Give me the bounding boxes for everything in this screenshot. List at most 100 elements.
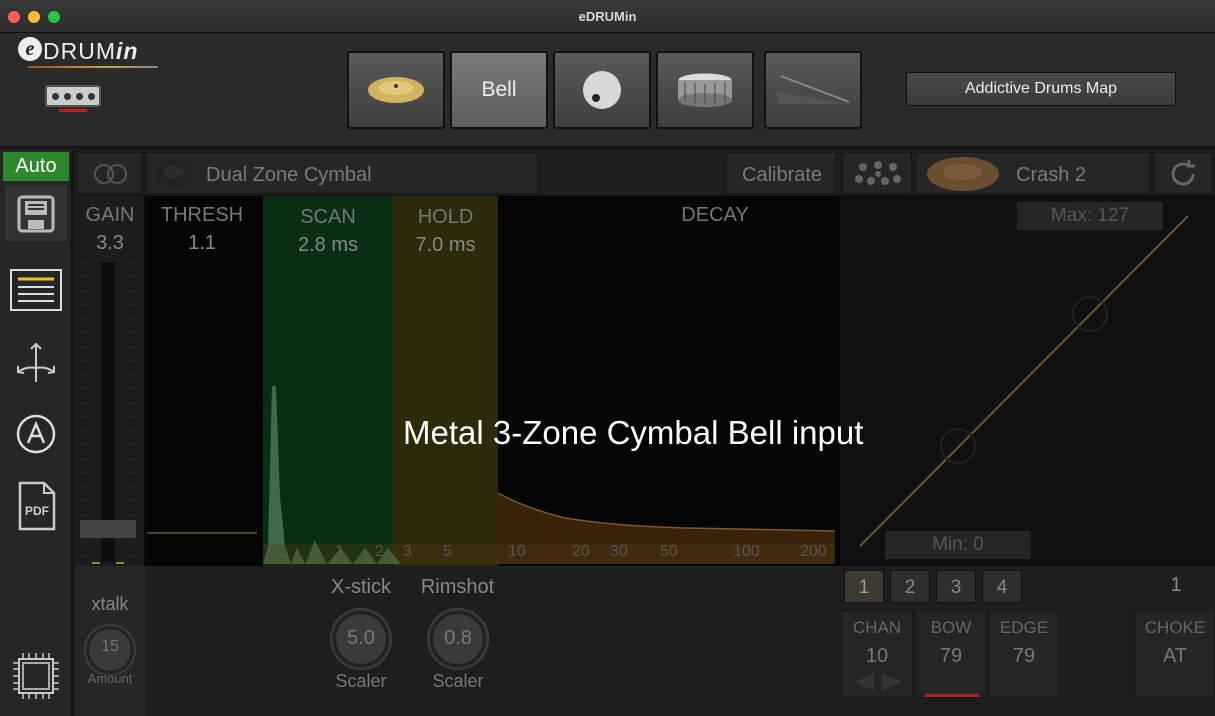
zone-tab-1[interactable]: 1	[844, 570, 884, 603]
chan-arrows-icon[interactable]	[848, 671, 908, 693]
hold-label: HOLD	[417, 206, 474, 228]
bow-active-indicator	[925, 694, 979, 697]
drum-map-button[interactable]: Addictive Drums Map	[906, 72, 1176, 106]
xtalk-knob[interactable]: 15	[84, 624, 136, 676]
axis-tick-label: 10	[508, 543, 526, 560]
bell-label: Bell	[481, 78, 517, 101]
bell-pad-button[interactable]: Bell	[450, 51, 548, 129]
gain-scale-left	[83, 262, 87, 562]
gain-panel: GAIN 3.3	[75, 196, 145, 566]
pad-type-selector[interactable]: Dual Zone Cymbal	[145, 152, 538, 194]
xtalk-panel: xtalk 15 Amount	[75, 566, 145, 716]
edge-value: 79	[1012, 645, 1036, 667]
thresh-value[interactable]: 1.1	[147, 232, 257, 255]
save-icon[interactable]	[5, 186, 67, 241]
rimshot-label: Rimshot	[420, 576, 495, 598]
cymbal-pad-icon	[154, 160, 194, 188]
decay-label: DECAY	[681, 204, 749, 226]
pad-type-label: Dual Zone Cymbal	[206, 164, 372, 186]
drum-kit-button[interactable]	[842, 152, 912, 194]
xtalk-value: 15	[101, 638, 119, 655]
xtalk-label: xtalk	[91, 594, 129, 614]
link-rings-icon	[94, 164, 127, 184]
axis-tick-label: 5	[443, 543, 452, 560]
curve-min-label[interactable]: Min: 0	[885, 531, 1031, 559]
cymbal-icon	[368, 77, 424, 103]
routing-arrows-icon[interactable]	[10, 336, 62, 388]
axis-tick-label: 50	[660, 543, 678, 560]
connector-status-bar	[59, 109, 87, 112]
bow-value: 79	[939, 645, 963, 667]
bottom-panel: xtalk 15 Amount X-stick 5.0 Scaler Rimsh…	[75, 566, 1215, 716]
link-zones-button[interactable]	[77, 152, 143, 194]
axis-tick-label: 30	[610, 543, 628, 560]
logo-drum: DRUM	[43, 38, 116, 64]
title-bar: eDRUMin	[0, 0, 1215, 33]
svg-text:PDF: PDF	[25, 504, 49, 518]
bow-note-control[interactable]: BOW 79	[916, 610, 986, 698]
calibrate-button[interactable]: Calibrate	[726, 152, 836, 194]
snare-drum-icon	[677, 72, 733, 107]
axis-tick-label: 0	[267, 543, 276, 560]
snare-pad-button[interactable]	[656, 51, 754, 129]
edge-note-control[interactable]: EDGE 79	[989, 610, 1059, 698]
xstick-value: 5.0	[347, 627, 375, 649]
left-sidebar: Auto PDF	[0, 150, 73, 716]
overlay-caption: Metal 3-Zone Cymbal Bell input	[403, 414, 864, 451]
logo-in: in	[116, 38, 139, 64]
logo-e: e	[18, 37, 42, 61]
choke-control[interactable]: CHOKE AT	[1135, 610, 1215, 698]
cymbal-pad-button[interactable]	[347, 51, 445, 129]
logo-text: DRUMin	[43, 38, 138, 65]
gain-meter	[101, 262, 115, 562]
round-pad-icon	[583, 71, 621, 109]
velocity-curve-plot	[859, 215, 1189, 547]
reset-button[interactable]	[1153, 152, 1213, 194]
zone-tab-2[interactable]: 2	[890, 570, 930, 603]
velocity-curve-panel[interactable]: Max: 127 Min: 0	[840, 196, 1215, 566]
instrument-selector[interactable]: Crash 2	[915, 152, 1151, 194]
axis-tick-label: 3	[403, 543, 412, 560]
header: e DRUMin Bell Addictive Drums Map	[0, 33, 1215, 148]
xstick-label: X-stick	[331, 576, 391, 598]
pedal-pad-button[interactable]	[764, 51, 862, 129]
pdf-icon[interactable]: PDF	[10, 480, 62, 532]
axis-tick-label: 200	[800, 543, 827, 560]
gain-marker-left	[92, 562, 100, 564]
hold-value[interactable]: 7.0 ms	[393, 234, 498, 257]
choke-value: AT	[1162, 645, 1188, 667]
window-title: eDRUMin	[578, 9, 637, 24]
xtalk-amount-label: Amount	[87, 671, 133, 686]
choke-number: 1	[1170, 574, 1182, 596]
rimshot-value: 0.8	[444, 627, 472, 649]
kit-dots-icon	[855, 161, 901, 185]
bow-label: BOW	[930, 618, 972, 637]
gain-scale-right	[131, 262, 135, 562]
menu-list-icon[interactable]	[10, 264, 62, 316]
choke-label: CHOKE	[1144, 618, 1206, 637]
midi-channel-control[interactable]: CHAN 10	[841, 610, 913, 698]
axis-tick-label: 1	[335, 543, 344, 560]
zone-tab-3[interactable]: 3	[936, 570, 976, 603]
rimshot-knob[interactable]: 0.8	[427, 608, 489, 670]
scan-value[interactable]: 2.8 ms	[263, 234, 393, 257]
edrumin-logo: e DRUMin	[18, 37, 158, 73]
scan-label: SCAN	[300, 206, 356, 228]
gain-value: 3.3	[96, 232, 124, 254]
thresh-label: THRESH	[160, 204, 244, 226]
chan-label: CHAN	[852, 618, 902, 637]
auto-button[interactable]: Auto	[3, 152, 69, 181]
crash-cymbal-icon	[927, 157, 999, 191]
refresh-icon	[1171, 160, 1195, 186]
gain-marker-right	[116, 562, 124, 564]
auto-mode-icon[interactable]	[10, 408, 62, 460]
edge-label: EDGE	[999, 618, 1049, 637]
zone-tab-4[interactable]: 4	[982, 570, 1022, 603]
pedal-icon	[777, 75, 850, 104]
trigger-graph[interactable]: THRESH 1.1 SCAN 2.8 ms HOLD 7.0 ms DECAY…	[145, 196, 840, 566]
xstick-knob[interactable]: 5.0	[330, 608, 392, 670]
gain-slider-handle[interactable]	[80, 520, 136, 538]
trigger-pad-button[interactable]	[553, 51, 651, 129]
hardware-chip-icon[interactable]	[10, 650, 62, 702]
curve-max-label[interactable]: Max: 127	[1017, 202, 1163, 230]
